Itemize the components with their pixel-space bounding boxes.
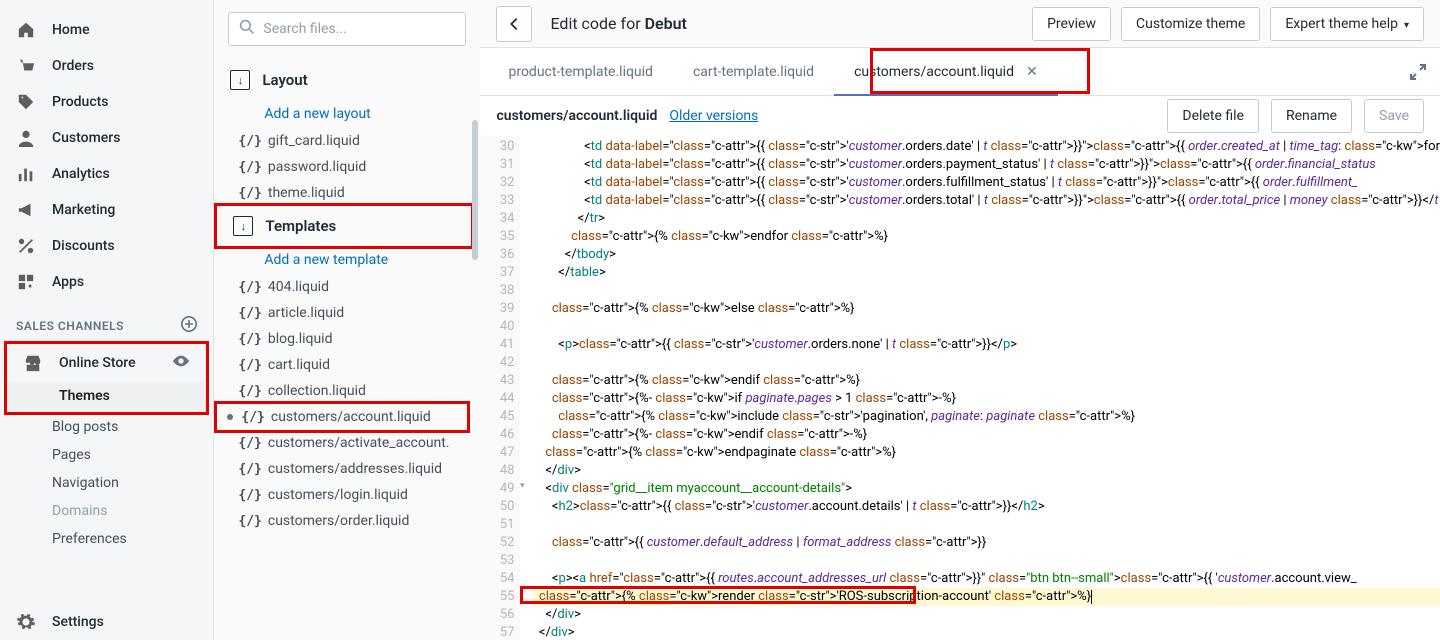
expand-editor-button[interactable]: [1396, 48, 1440, 95]
nav-apps[interactable]: Apps: [0, 264, 213, 300]
close-tab-icon[interactable]: ✕: [1026, 64, 1038, 80]
orders-icon: [16, 56, 36, 76]
nav-preferences[interactable]: Preferences: [0, 525, 213, 553]
file-tree: ↓Layout Add a new layout {/}gift_card.li…: [214, 60, 480, 628]
nav-themes[interactable]: Themes: [7, 382, 206, 410]
templates-folder[interactable]: ↓Templates: [217, 206, 471, 246]
highlight-templates: ↓Templates: [214, 203, 474, 249]
scrollbar-thumb[interactable]: [472, 120, 478, 260]
file-item[interactable]: {/}cart.liquid: [214, 352, 480, 378]
modified-dot-icon: [227, 414, 233, 420]
search-icon: [239, 19, 255, 39]
page-title: Edit code for Debut: [550, 14, 686, 33]
apps-icon: [16, 272, 36, 292]
add-layout-link[interactable]: Add a new layout: [214, 100, 480, 128]
delete-file-button[interactable]: Delete file: [1167, 99, 1259, 133]
file-header: customers/account.liquid Older versions …: [480, 96, 1440, 136]
file-item[interactable]: {/}password.liquid: [214, 154, 480, 180]
tag-icon: [16, 92, 36, 112]
nav-online-store[interactable]: Online Store: [7, 344, 206, 382]
older-versions-link[interactable]: Older versions: [669, 108, 758, 124]
chart-icon: [16, 164, 36, 184]
editor-tabs: product-template.liquid cart-template.li…: [480, 48, 1440, 96]
search-files-input[interactable]: Search files...: [228, 12, 466, 46]
tab-product-template[interactable]: product-template.liquid: [488, 48, 672, 95]
nav-blog-posts[interactable]: Blog posts: [0, 413, 213, 441]
eye-icon[interactable]: [172, 352, 190, 374]
caret-down-icon: ▾: [1404, 20, 1409, 31]
file-item[interactable]: {/}article.liquid: [214, 300, 480, 326]
main-nav-sidebar: Home Orders Products Customers Analytics…: [0, 0, 214, 640]
folder-icon: ↓: [233, 216, 253, 236]
file-item[interactable]: {/}customers/order.liquid: [214, 508, 480, 534]
megaphone-icon: [16, 200, 36, 220]
gear-icon: [16, 612, 36, 632]
nav-settings[interactable]: Settings: [0, 604, 213, 640]
nav-analytics[interactable]: Analytics: [0, 156, 213, 192]
highlight-customers-account: {/}customers/account.liquid: [214, 401, 470, 433]
tab-customers-account[interactable]: customers/account.liquid✕: [834, 48, 1058, 95]
main-panel: Edit code for Debut Preview Customize th…: [480, 0, 1440, 640]
nav-customers[interactable]: Customers: [0, 120, 213, 156]
file-name: customers/account.liquid: [496, 108, 657, 124]
nav-orders[interactable]: Orders: [0, 48, 213, 84]
home-icon: [16, 20, 36, 40]
tab-cart-template[interactable]: cart-template.liquid: [673, 48, 834, 95]
expert-help-button[interactable]: Expert theme help▾: [1270, 7, 1424, 41]
file-item[interactable]: {/}404.liquid: [214, 274, 480, 300]
sales-channels-header: SALES CHANNELS: [0, 300, 213, 343]
back-button[interactable]: [496, 6, 532, 42]
person-icon: [16, 128, 36, 148]
nav-navigation[interactable]: Navigation: [0, 469, 213, 497]
nav-products[interactable]: Products: [0, 84, 213, 120]
file-item[interactable]: {/}blog.liquid: [214, 326, 480, 352]
rename-button[interactable]: Rename: [1271, 99, 1352, 133]
add-channel-icon[interactable]: [181, 316, 197, 335]
highlight-online-store: Online Store Themes: [4, 341, 209, 415]
code-editor[interactable]: 3031323334353637383940414243444546474849…: [480, 136, 1440, 640]
file-item[interactable]: {/}gift_card.liquid: [214, 128, 480, 154]
nav-home[interactable]: Home: [0, 12, 213, 48]
nav-marketing[interactable]: Marketing: [0, 192, 213, 228]
nav-discounts[interactable]: Discounts: [0, 228, 213, 264]
file-customers-account[interactable]: {/}customers/account.liquid: [217, 404, 467, 430]
folder-icon: ↓: [230, 70, 250, 90]
layout-folder[interactable]: ↓Layout: [214, 60, 480, 100]
toolbar: Edit code for Debut Preview Customize th…: [480, 0, 1440, 48]
nav-domains[interactable]: Domains: [0, 497, 213, 525]
save-button[interactable]: Save: [1364, 99, 1424, 133]
nav-pages[interactable]: Pages: [0, 441, 213, 469]
store-icon: [23, 353, 43, 373]
percent-icon: [16, 236, 36, 256]
customize-theme-button[interactable]: Customize theme: [1121, 7, 1260, 41]
add-template-link[interactable]: Add a new template: [214, 246, 480, 274]
file-item[interactable]: {/}customers/login.liquid: [214, 482, 480, 508]
file-tree-sidebar: Search files... ↓Layout Add a new layout…: [214, 0, 480, 640]
file-item[interactable]: {/}customers/addresses.liquid: [214, 456, 480, 482]
file-item[interactable]: {/}customers/activate_account.: [214, 430, 480, 456]
preview-button[interactable]: Preview: [1032, 7, 1111, 41]
